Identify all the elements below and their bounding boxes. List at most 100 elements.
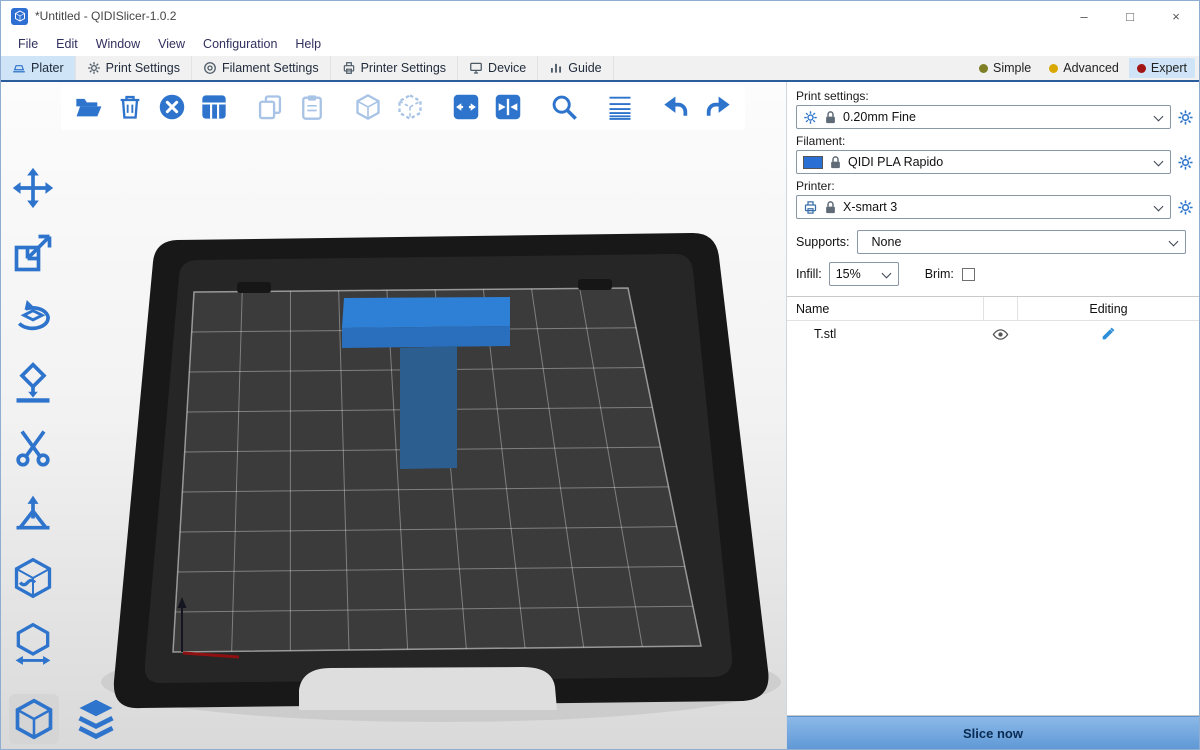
menu-file[interactable]: File xyxy=(9,37,47,51)
eye-icon[interactable] xyxy=(992,326,1009,343)
measure-button[interactable] xyxy=(9,619,57,667)
variable-layer-height-button[interactable] xyxy=(601,88,639,126)
tab-print-settings[interactable]: Print Settings xyxy=(76,56,192,80)
infill-select[interactable]: 15% xyxy=(829,262,899,286)
3d-editor-cube-icon xyxy=(12,697,56,741)
gear-icon xyxy=(1177,109,1194,126)
supports-row: Supports: None xyxy=(796,230,1189,254)
brim-checkbox[interactable] xyxy=(962,268,975,281)
remove-instance-button[interactable] xyxy=(489,88,527,126)
gear-icon xyxy=(803,110,818,125)
search-icon xyxy=(550,93,578,121)
trash-icon xyxy=(116,93,144,121)
paste-button[interactable] xyxy=(293,88,331,126)
print-settings-value: 0.20mm Fine xyxy=(843,110,916,124)
mode-label: Expert xyxy=(1151,61,1187,75)
move-button[interactable] xyxy=(9,164,57,212)
undo-button[interactable] xyxy=(657,88,695,126)
filament-gear-button[interactable] xyxy=(1174,151,1196,173)
variable-layer-height-icon xyxy=(606,93,634,121)
editor-view-button[interactable] xyxy=(9,694,59,744)
rotate-button[interactable] xyxy=(9,294,57,342)
chevron-down-icon xyxy=(1169,237,1179,247)
print-settings-select[interactable]: 0.20mm Fine xyxy=(796,105,1171,129)
window-title: *Untitled - QIDISlicer-1.0.2 xyxy=(35,9,176,23)
chevron-down-icon xyxy=(881,269,891,279)
menu-view[interactable]: View xyxy=(149,37,194,51)
mode-label: Advanced xyxy=(1063,61,1119,75)
viewport-3d[interactable] xyxy=(1,82,786,749)
scene-canvas[interactable] xyxy=(1,82,786,749)
mode-advanced[interactable]: Advanced xyxy=(1041,58,1127,78)
print-settings-gear-button[interactable] xyxy=(1174,106,1196,128)
arrange-button[interactable] xyxy=(195,88,233,126)
maximize-button[interactable]: □ xyxy=(1107,1,1153,31)
tab-label: Guide xyxy=(568,61,601,75)
chevron-down-icon xyxy=(1154,112,1164,122)
preview-view-button[interactable] xyxy=(71,694,121,744)
cut-button[interactable] xyxy=(9,424,57,472)
tab-label: Filament Settings xyxy=(222,61,319,75)
supports-value: None xyxy=(872,235,902,249)
filament-spool-icon xyxy=(203,61,217,75)
printer-gear-button[interactable] xyxy=(1174,196,1196,218)
model-bar-front-face[interactable] xyxy=(342,326,510,348)
column-header-editing[interactable]: Editing xyxy=(1017,297,1199,320)
arrange-icon xyxy=(200,93,228,121)
minimize-button[interactable]: – xyxy=(1061,1,1107,31)
object-visibility-cell xyxy=(983,326,1017,343)
preview-layers-icon xyxy=(74,697,118,741)
copy-icon xyxy=(256,93,284,121)
filament-row: QIDI PLA Rapido xyxy=(796,150,1196,174)
menu-window[interactable]: Window xyxy=(87,37,149,51)
view-switch xyxy=(9,694,121,744)
filament-select[interactable]: QIDI PLA Rapido xyxy=(796,150,1171,174)
place-on-face-button[interactable] xyxy=(9,359,57,407)
tab-label: Printer Settings xyxy=(361,61,446,75)
redo-button[interactable] xyxy=(699,88,737,126)
support-painting-button[interactable] xyxy=(9,489,57,537)
tab-filament-settings[interactable]: Filament Settings xyxy=(192,56,331,80)
object-row[interactable]: T.stl xyxy=(787,321,1199,347)
sidebar: Print settings: 0.20mm Fine Filament: QI… xyxy=(786,82,1199,749)
edit-object-icon[interactable] xyxy=(1100,326,1116,342)
close-button[interactable]: × xyxy=(1153,1,1199,31)
open-file-button[interactable] xyxy=(69,88,107,126)
tab-printer-settings[interactable]: Printer Settings xyxy=(331,56,458,80)
column-header-visibility[interactable] xyxy=(983,297,1017,320)
add-instance-button[interactable] xyxy=(447,88,485,126)
remove-instance-icon xyxy=(494,93,522,121)
split-to-parts-button[interactable] xyxy=(391,88,429,126)
column-header-name[interactable]: Name xyxy=(787,297,983,320)
supports-select[interactable]: None xyxy=(857,230,1186,254)
scale-icon xyxy=(11,231,55,275)
top-toolbar xyxy=(61,84,745,130)
delete-all-button[interactable] xyxy=(153,88,191,126)
scale-button[interactable] xyxy=(9,229,57,277)
model-top-face[interactable] xyxy=(342,297,510,328)
place-on-face-icon xyxy=(11,361,55,405)
tab-device[interactable]: Device xyxy=(458,56,538,80)
menu-edit[interactable]: Edit xyxy=(47,37,87,51)
mode-selector: Simple Advanced Expert xyxy=(971,56,1199,80)
tab-plater[interactable]: Plater xyxy=(1,56,76,80)
delete-button[interactable] xyxy=(111,88,149,126)
print-settings-gear-icon xyxy=(87,61,101,75)
print-settings-row: 0.20mm Fine xyxy=(796,105,1196,129)
split-to-objects-button[interactable] xyxy=(349,88,387,126)
tab-guide[interactable]: Guide xyxy=(538,56,613,80)
plater-icon xyxy=(12,61,26,75)
gear-icon xyxy=(1177,154,1194,171)
copy-button[interactable] xyxy=(251,88,289,126)
add-instance-icon xyxy=(452,93,480,121)
menu-configuration[interactable]: Configuration xyxy=(194,37,286,51)
model-stem-face[interactable] xyxy=(400,346,457,469)
printer-select[interactable]: X-smart 3 xyxy=(796,195,1171,219)
search-button[interactable] xyxy=(545,88,583,126)
mode-expert[interactable]: Expert xyxy=(1129,58,1195,78)
menu-help[interactable]: Help xyxy=(286,37,330,51)
printer-icon xyxy=(803,200,818,215)
mode-simple[interactable]: Simple xyxy=(971,58,1039,78)
slice-now-button[interactable]: Slice now xyxy=(787,716,1199,749)
seam-painting-button[interactable] xyxy=(9,554,57,602)
